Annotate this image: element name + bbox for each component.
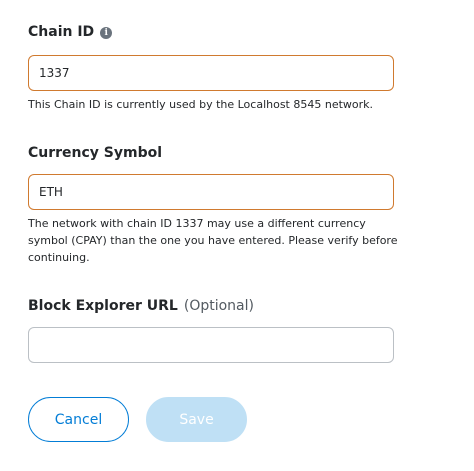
info-icon[interactable]: i: [100, 27, 113, 39]
chain-id-input[interactable]: [28, 55, 394, 91]
block-explorer-label-row: Block Explorer URL (Optional): [28, 298, 254, 314]
currency-symbol-warning-text: The network with chain ID 1337 may use a…: [28, 217, 398, 264]
cancel-button[interactable]: Cancel: [28, 397, 129, 442]
optional-note: (Optional): [183, 298, 254, 314]
save-button[interactable]: Save: [146, 397, 247, 442]
currency-symbol-input[interactable]: [28, 174, 394, 210]
block-explorer-label: Block Explorer URL: [28, 298, 178, 314]
block-explorer-url-input[interactable]: [28, 327, 394, 363]
chain-id-label: Chain ID: [28, 24, 95, 40]
currency-symbol-label: Currency Symbol: [28, 145, 163, 161]
chain-id-warning-text: This Chain ID is currently used by the L…: [28, 98, 374, 111]
chain-id-label-row: Chain ID i: [28, 24, 113, 40]
